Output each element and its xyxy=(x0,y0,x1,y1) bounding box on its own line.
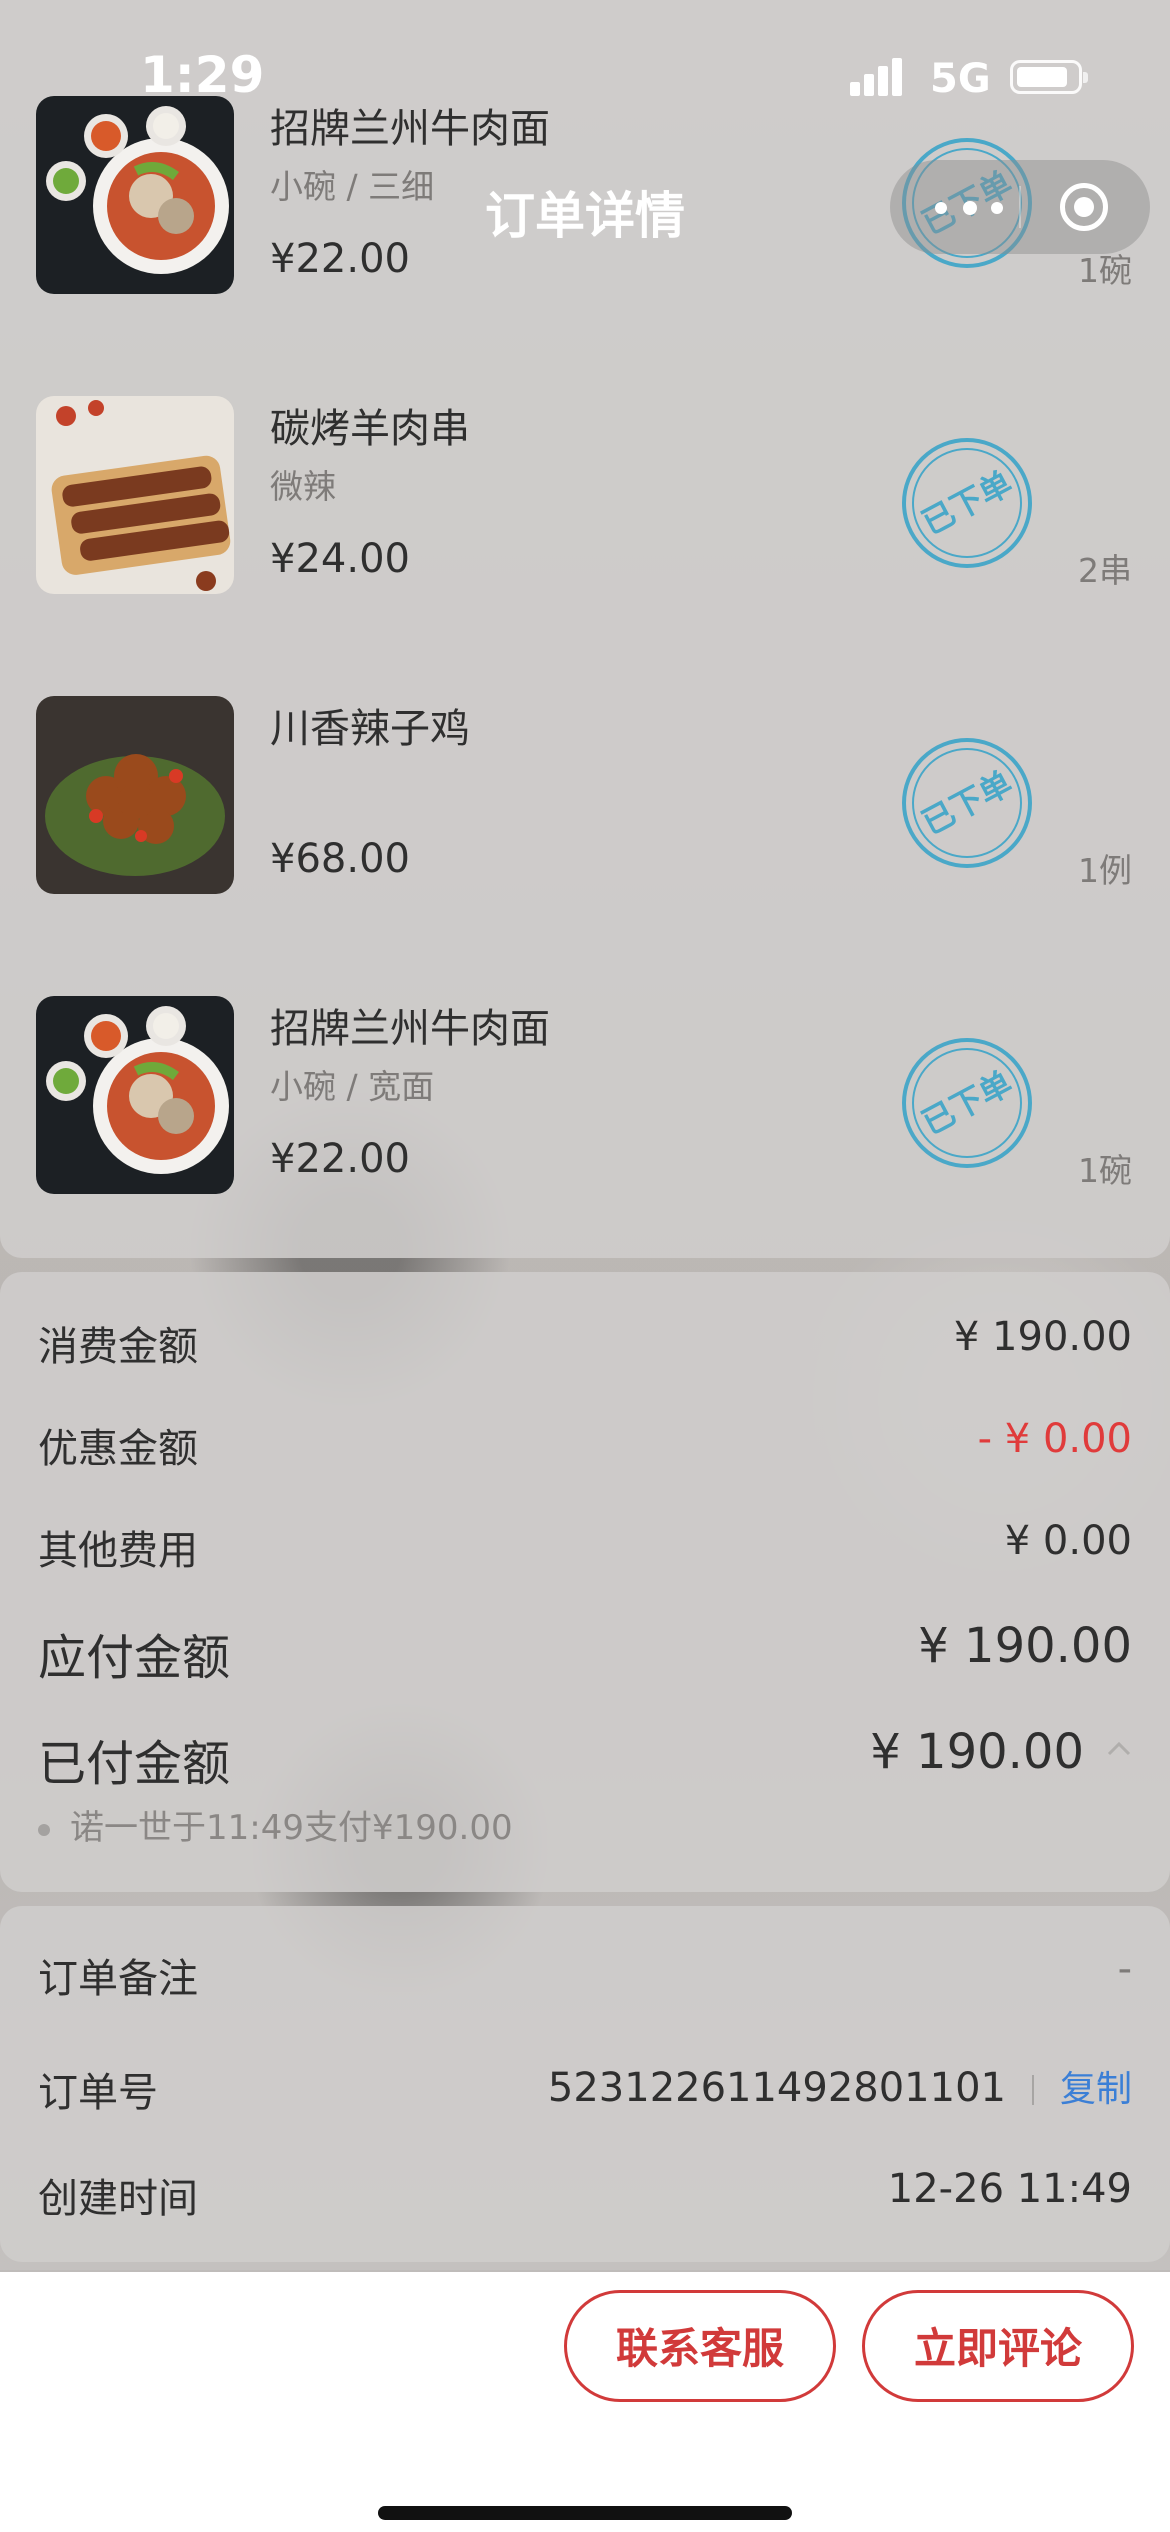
dish-image xyxy=(36,696,234,894)
created-time-label: 创建时间 xyxy=(38,2176,198,2222)
remark-label: 订单备注 xyxy=(38,1956,198,2002)
dish-price: ¥68.00 xyxy=(270,836,410,882)
capsule-divider xyxy=(1019,186,1021,228)
discount-value: - ¥ 0.00 xyxy=(977,1416,1132,1462)
copy-button[interactable]: 复制 xyxy=(1060,2069,1132,2110)
other-fee-value: ¥ 0.00 xyxy=(1004,1518,1132,1564)
network-type: 5G xyxy=(930,56,991,102)
remark-value: - xyxy=(1117,1946,1132,1992)
bullet-dot xyxy=(38,1823,50,1836)
dish-name: 招牌兰州牛肉面 xyxy=(270,1006,550,1052)
payment-summary-card: 消费金额 ¥ 190.00 优惠金额 - ¥ 0.00 其他费用 ¥ 0.00 … xyxy=(0,1272,1170,1892)
ordered-stamp: 已下单 xyxy=(900,436,1034,570)
review-button[interactable]: 立即评论 xyxy=(862,2290,1134,2402)
consumption-label: 消费金额 xyxy=(38,1324,198,1370)
order-number-label: 订单号 xyxy=(38,2070,158,2116)
list-item[interactable]: 川香辣子鸡 ¥68.00 已下单 1例 xyxy=(0,696,1170,896)
dish-image xyxy=(36,396,234,594)
list-item[interactable]: 碳烤羊肉串 微辣 ¥24.00 已下单 2串 xyxy=(0,396,1170,596)
battery-icon xyxy=(1010,60,1088,94)
dish-name: 川香辣子鸡 xyxy=(270,706,470,752)
dish-quantity: 1例 xyxy=(1078,851,1132,890)
dish-spec: 小碗 / 宽面 xyxy=(270,1067,435,1106)
order-number-group: 523122611492801101 复制 xyxy=(548,2060,1132,2112)
payable-value: ¥ 190.00 xyxy=(918,1618,1132,1674)
payment-record: 诺一世于11:49支付¥190.00 xyxy=(38,1800,513,1849)
status-time: 1:29 xyxy=(140,46,265,104)
other-fee-label: 其他费用 xyxy=(38,1528,198,1574)
order-number-value: 523122611492801101 xyxy=(547,2065,1006,2111)
status-bar: 1:29 5G xyxy=(0,0,1170,150)
created-time-value: 12-26 11:49 xyxy=(887,2166,1132,2212)
order-info-card: 订单备注 - 订单号 523122611492801101 复制 创建时间 12-… xyxy=(0,1906,1170,2262)
payable-label: 应付金额 xyxy=(38,1630,231,1686)
dish-image xyxy=(36,996,234,1194)
signal-icon xyxy=(850,56,916,96)
mini-program-capsule xyxy=(890,160,1150,254)
dish-name: 碳烤羊肉串 xyxy=(270,406,470,452)
dish-quantity: 1碗 xyxy=(1078,1151,1132,1190)
ordered-stamp: 已下单 xyxy=(900,1036,1034,1170)
divider xyxy=(1031,2075,1034,2105)
bottom-action-bar: 联系客服 立即评论 xyxy=(0,2272,1170,2532)
discount-label: 优惠金额 xyxy=(38,1426,198,1472)
payment-record-text: 诺一世于11:49支付¥190.00 xyxy=(70,1808,513,1848)
paid-label: 已付金额 xyxy=(38,1736,231,1792)
chevron-up-icon[interactable] xyxy=(1106,1736,1132,1762)
ordered-stamp: 已下单 xyxy=(900,736,1034,870)
more-icon[interactable] xyxy=(935,190,1015,224)
paid-value: ¥ 190.00 xyxy=(870,1724,1084,1780)
dish-spec: 微辣 xyxy=(270,467,336,506)
dish-price: ¥22.00 xyxy=(270,1136,410,1182)
dish-quantity: 2串 xyxy=(1078,551,1132,590)
contact-service-button[interactable]: 联系客服 xyxy=(564,2290,836,2402)
list-item[interactable]: 招牌兰州牛肉面 小碗 / 宽面 ¥22.00 已下单 1碗 xyxy=(0,996,1170,1196)
close-miniprogram-icon[interactable] xyxy=(1060,183,1108,231)
dish-price: ¥24.00 xyxy=(270,536,410,582)
consumption-value: ¥ 190.00 xyxy=(953,1314,1132,1360)
home-indicator[interactable] xyxy=(378,2506,792,2520)
